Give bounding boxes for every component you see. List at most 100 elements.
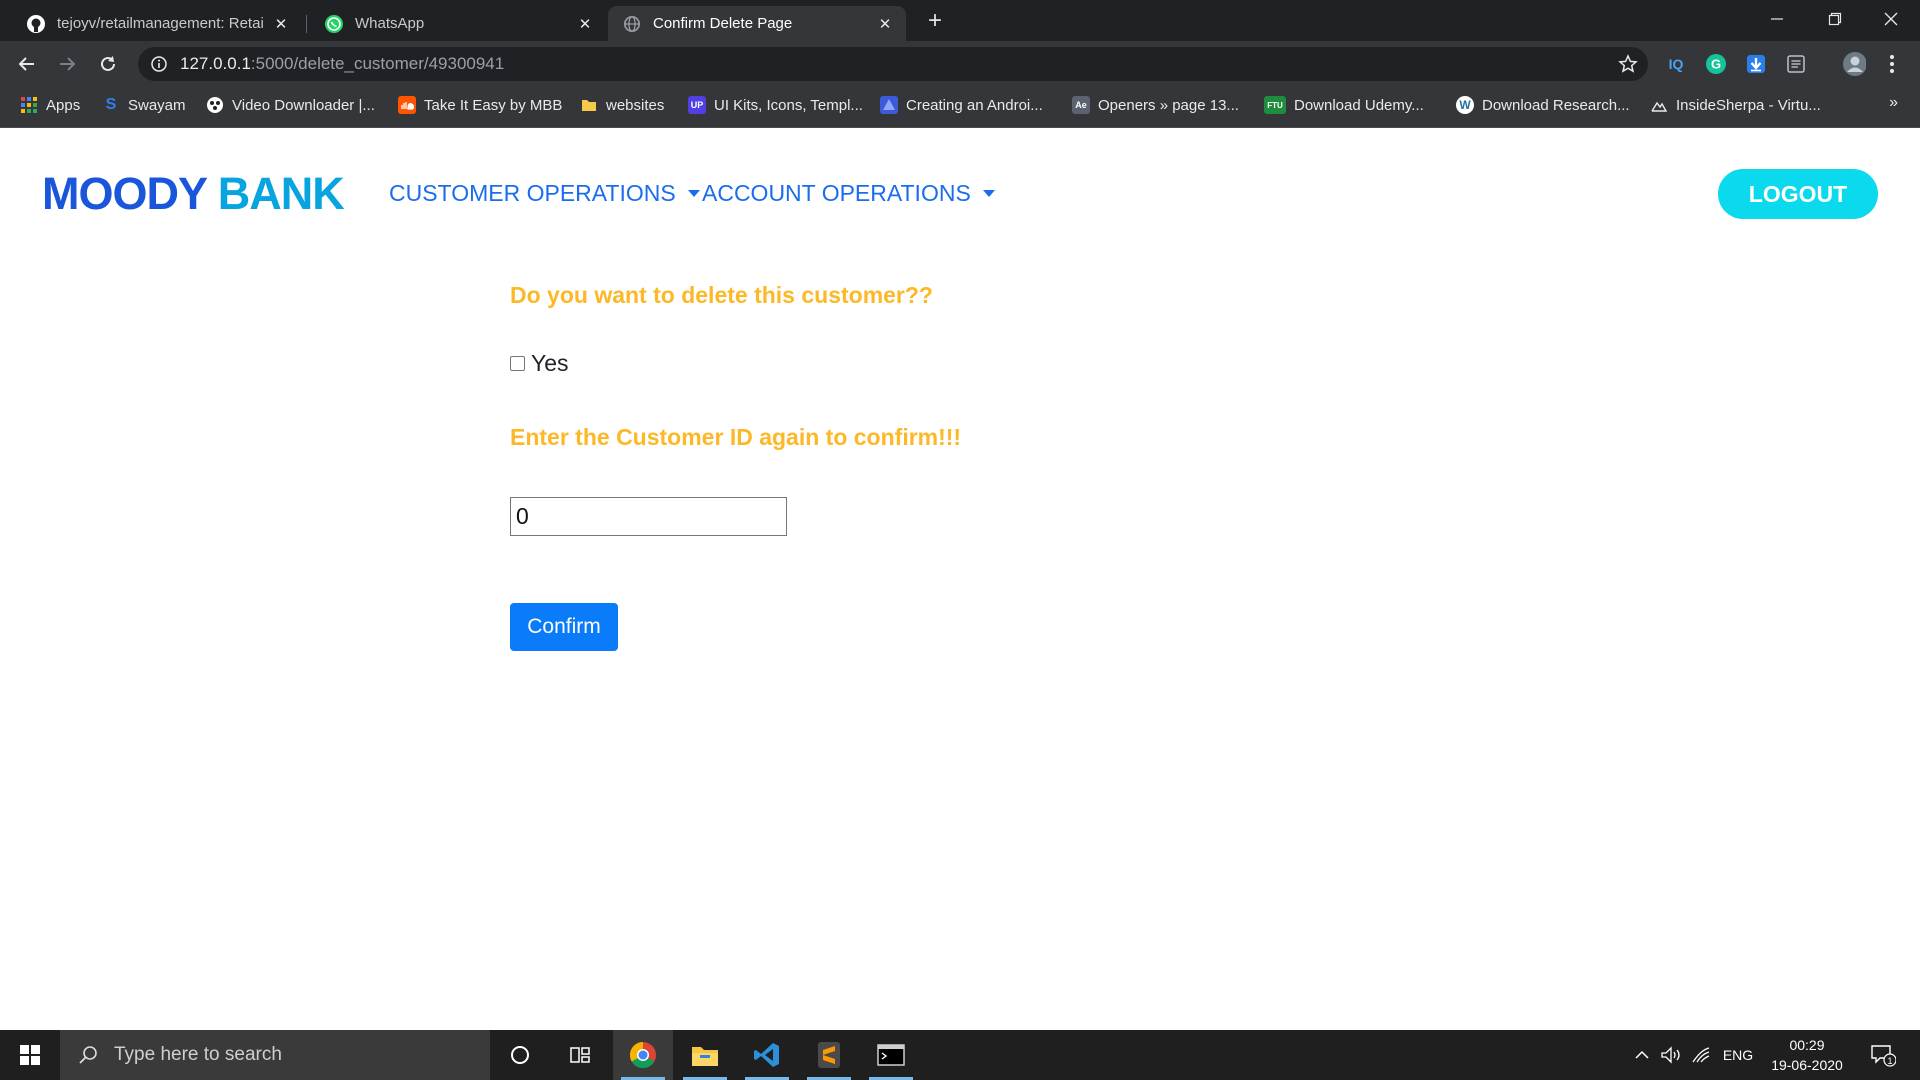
cortana-icon[interactable] <box>490 1030 550 1080</box>
brand-logo[interactable]: MOODY BANK <box>42 168 345 220</box>
soundcloud-icon <box>398 96 416 114</box>
restore-window-button[interactable] <box>1806 0 1864 38</box>
input-language-indicator[interactable]: ENG <box>1718 1030 1758 1080</box>
browser-toolbar: 127.0.0.1:5000/delete_customer/49300941 … <box>0 41 1920 88</box>
browser-tab-strip: tejoyv/retailmanagement: Retail M ✕ What… <box>0 0 1920 41</box>
minimize-window-button[interactable] <box>1748 0 1806 38</box>
vscode-icon[interactable] <box>737 1030 797 1080</box>
bookmark-label: Apps <box>46 96 81 114</box>
bookmark-download-research[interactable]: W Download Research... <box>1456 88 1630 122</box>
bookmark-label: UI Kits, Icons, Templ... <box>714 96 863 114</box>
close-window-button[interactable] <box>1862 0 1920 38</box>
bookmarks-overflow-icon[interactable]: » <box>1889 94 1898 112</box>
swayam-icon: S <box>105 96 117 113</box>
taskbar-search-box[interactable]: Type here to search <box>60 1030 490 1080</box>
bookmark-apps[interactable]: Apps <box>20 88 80 122</box>
bookmark-ui-kits[interactable]: UP UI Kits, Icons, Templ... <box>688 88 863 122</box>
profile-avatar-icon[interactable] <box>1842 52 1866 76</box>
url-path: :5000/delete_customer/49300941 <box>250 54 505 73</box>
openers-icon: Ae <box>1072 96 1090 114</box>
bookmark-creating-android[interactable]: Creating an Androi... <box>880 88 1043 122</box>
bookmark-label: Swayam <box>128 96 186 114</box>
grammarly-letter: G <box>1711 57 1721 72</box>
bookmark-star-icon[interactable] <box>1618 54 1638 74</box>
chrome-menu-icon[interactable] <box>1880 52 1904 76</box>
bookmark-download-udemy[interactable]: FTU Download Udemy... <box>1264 88 1424 122</box>
bookmark-label: Creating an Androi... <box>906 96 1043 114</box>
terminal-icon[interactable] <box>861 1030 921 1080</box>
github-icon <box>26 14 46 34</box>
search-icon <box>76 1043 100 1067</box>
yes-checkbox-label[interactable]: Yes <box>531 350 569 377</box>
caret-down-icon <box>982 190 995 197</box>
bookmark-insidesherpa[interactable]: InsideSherpa - Virtu... <box>1650 88 1821 122</box>
tab-title: tejoyv/retailmanagement: Retail M <box>57 15 264 32</box>
logout-button[interactable]: LOGOUT <box>1718 169 1878 219</box>
browser-tab-github[interactable]: tejoyv/retailmanagement: Retail M ✕ <box>12 6 302 41</box>
bookmark-video-downloader[interactable]: Video Downloader |... <box>206 88 375 122</box>
caret-down-icon <box>687 190 700 197</box>
android-course-icon <box>880 96 898 114</box>
browser-tab-confirm-delete[interactable]: Confirm Delete Page ✕ <box>608 6 906 41</box>
globe-icon <box>622 14 642 34</box>
wifi-network-icon[interactable] <box>1688 1030 1714 1080</box>
bookmark-websites[interactable]: websites <box>580 88 664 122</box>
clock-time: 00:29 <box>1789 1037 1825 1053</box>
back-button[interactable] <box>12 49 42 79</box>
chrome-taskbar-icon[interactable] <box>613 1030 673 1080</box>
page-content: MOODY BANK CUSTOMER OPERATIONS ACCOUNT O… <box>0 128 1920 1030</box>
new-tab-button[interactable]: + <box>922 7 948 34</box>
reader-extension-icon[interactable] <box>1784 52 1808 76</box>
url-host: 127.0.0.1 <box>180 54 251 73</box>
notification-count: 1 <box>1887 1056 1892 1066</box>
download-extension-icon[interactable] <box>1744 52 1768 76</box>
grammarly-icon[interactable]: G <box>1704 52 1728 76</box>
action-center-notification-icon[interactable]: 1 <box>1866 1030 1900 1080</box>
forward-button[interactable] <box>52 49 82 79</box>
close-icon[interactable]: ✕ <box>876 15 894 33</box>
tab-title: Confirm Delete Page <box>653 15 793 32</box>
bookmark-label: Take It Easy by MBB <box>424 96 563 114</box>
browser-tab-whatsapp[interactable]: WhatsApp ✕ <box>310 6 606 41</box>
speaker-volume-icon[interactable] <box>1658 1030 1684 1080</box>
confirm-button[interactable]: Confirm <box>510 603 618 651</box>
delete-question-heading: Do you want to delete this customer?? <box>510 282 933 308</box>
iq-extension-icon[interactable]: IQ <box>1664 52 1688 76</box>
bookmark-openers[interactable]: Ae Openers » page 13... <box>1072 88 1239 122</box>
clock-date: 19-06-2020 <box>1771 1057 1843 1073</box>
bookmark-swayam[interactable]: S Swayam <box>102 88 186 122</box>
url-text: 127.0.0.1:5000/delete_customer/49300941 <box>180 54 504 74</box>
yes-checkbox-row: Yes <box>510 350 569 377</box>
bookmark-take-it-easy[interactable]: Take It Easy by MBB <box>398 88 562 122</box>
brand-word-bank: BANK <box>217 168 345 219</box>
ftu-icon: FTU <box>1264 96 1286 114</box>
reload-button[interactable] <box>93 49 123 79</box>
insidesherpa-icon <box>1650 96 1668 114</box>
taskbar-clock[interactable]: 00:29 19-06-2020 <box>1762 1035 1852 1075</box>
folder-icon <box>580 96 598 114</box>
task-view-icon[interactable] <box>550 1030 610 1080</box>
uplabs-icon: UP <box>688 96 706 114</box>
nav-label: ACCOUNT OPERATIONS <box>702 180 971 206</box>
confirm-id-heading: Enter the Customer ID again to confirm!!… <box>510 424 962 450</box>
brand-word-moody: MOODY <box>42 168 207 219</box>
site-info-icon[interactable] <box>150 55 168 73</box>
customer-id-input[interactable]: 0 <box>510 497 787 536</box>
sublime-text-icon[interactable] <box>799 1030 859 1080</box>
windows-start-icon[interactable] <box>0 1030 60 1080</box>
bookmark-label: Download Research... <box>1482 96 1630 114</box>
bookmark-label: Video Downloader |... <box>232 96 375 114</box>
yes-checkbox[interactable] <box>510 356 525 371</box>
close-icon[interactable]: ✕ <box>576 15 594 33</box>
nav-account-operations[interactable]: ACCOUNT OPERATIONS <box>702 180 995 207</box>
close-icon[interactable]: ✕ <box>272 15 290 33</box>
file-explorer-icon[interactable] <box>675 1030 735 1080</box>
address-bar[interactable]: 127.0.0.1:5000/delete_customer/49300941 <box>138 47 1648 81</box>
taskbar-search-placeholder: Type here to search <box>114 1044 282 1065</box>
bookmark-label: Openers » page 13... <box>1098 96 1239 114</box>
show-hidden-icons-chevron-icon[interactable] <box>1630 1030 1654 1080</box>
tab-title: WhatsApp <box>355 15 425 32</box>
apps-grid-icon <box>20 96 38 114</box>
nav-customer-operations[interactable]: CUSTOMER OPERATIONS <box>389 180 700 207</box>
video-downloader-icon <box>206 96 224 114</box>
